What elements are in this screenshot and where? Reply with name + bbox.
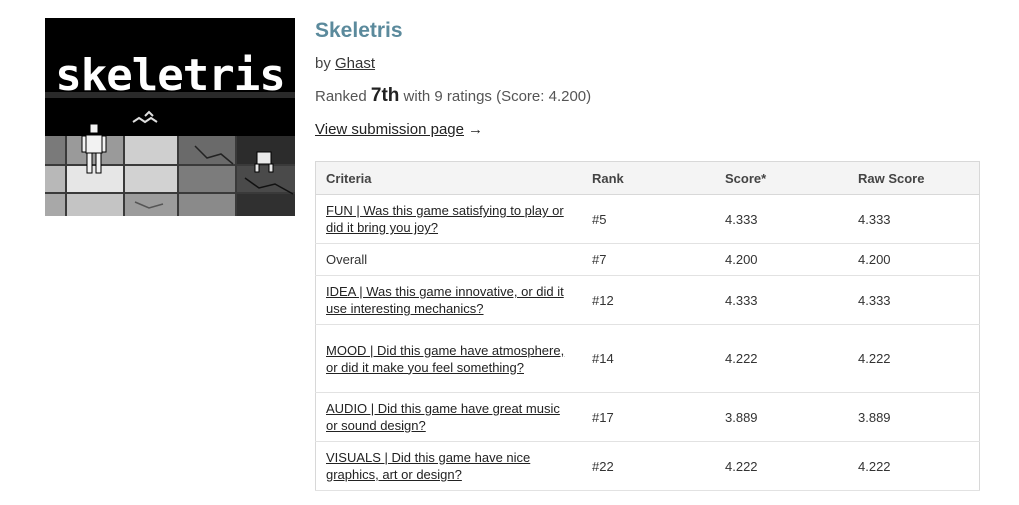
header-criteria: Criteria	[315, 161, 582, 195]
table-row: MOOD | Did this game have atmosphere, or…	[315, 324, 980, 393]
game-title[interactable]: Skeletris	[315, 18, 403, 44]
raw-score-cell: 4.222	[848, 441, 980, 491]
arrow-right-icon: →	[467, 121, 483, 138]
ranked-prefix: Ranked	[315, 88, 367, 105]
raw-score-cell: 4.333	[848, 275, 980, 325]
header-score: Score*	[715, 161, 848, 195]
view-submission-link[interactable]: View submission page →	[315, 119, 483, 141]
score-cell: 4.333	[715, 275, 848, 325]
game-thumbnail[interactable]: skeletris	[45, 18, 295, 216]
raw-score-cell: 4.222	[848, 324, 980, 393]
criteria-link-idea[interactable]: IDEA | Was this game innovative, or did …	[326, 284, 564, 316]
rank-cell: #17	[582, 392, 715, 442]
table-row: AUDIO | Did this game have great music o…	[315, 392, 980, 442]
criteria-table: Criteria Rank Score* Raw Score FUN | Was…	[315, 161, 980, 491]
criteria-link-fun[interactable]: FUN | Was this game satisfying to play o…	[326, 203, 564, 235]
ranked-place: 7th	[370, 85, 400, 106]
criteria-link-audio[interactable]: AUDIO | Did this game have great music o…	[326, 401, 560, 433]
rank-cell: #22	[582, 441, 715, 491]
table-row: Overall #7 4.200 4.200	[315, 243, 980, 276]
table-row: VISUALS | Did this game have nice graphi…	[315, 441, 980, 491]
byline: by Ghast	[315, 54, 980, 74]
score-cell: 4.222	[715, 441, 848, 491]
score-cell: 4.333	[715, 194, 848, 244]
table-row: IDEA | Was this game innovative, or did …	[315, 275, 980, 325]
criteria-link-visuals[interactable]: VISUALS | Did this game have nice graphi…	[326, 450, 530, 482]
raw-score-cell: 4.333	[848, 194, 980, 244]
ranked-suffix: with 9 ratings (Score: 4.200)	[403, 88, 592, 105]
rank-cell: #5	[582, 194, 715, 244]
table-row: FUN | Was this game satisfying to play o…	[315, 194, 980, 244]
raw-score-cell: 3.889	[848, 392, 980, 442]
score-cell: 4.200	[715, 243, 848, 276]
game-info: Skeletris by Ghast Ranked 7th with 9 rat…	[315, 18, 980, 141]
raw-score-cell: 4.200	[848, 243, 980, 276]
criteria-link-mood[interactable]: MOOD | Did this game have atmosphere, or…	[326, 343, 564, 375]
rank-cell: #7	[582, 243, 715, 276]
score-cell: 3.889	[715, 392, 848, 442]
table-header-row: Criteria Rank Score* Raw Score	[315, 161, 980, 195]
score-cell: 4.222	[715, 324, 848, 393]
thumbnail-title-text: skeletris	[55, 50, 284, 101]
rank-cell: #14	[582, 324, 715, 393]
thumbnail-art: skeletris	[45, 18, 295, 216]
author-link[interactable]: Ghast	[335, 55, 375, 72]
view-submission-label: View submission page	[315, 121, 464, 138]
ranking-summary: Ranked 7th with 9 ratings (Score: 4.200)	[315, 85, 980, 108]
rank-cell: #12	[582, 275, 715, 325]
header-raw-score: Raw Score	[848, 161, 980, 195]
header-rank: Rank	[582, 161, 715, 195]
criteria-overall: Overall	[315, 243, 582, 276]
by-prefix: by	[315, 55, 331, 72]
